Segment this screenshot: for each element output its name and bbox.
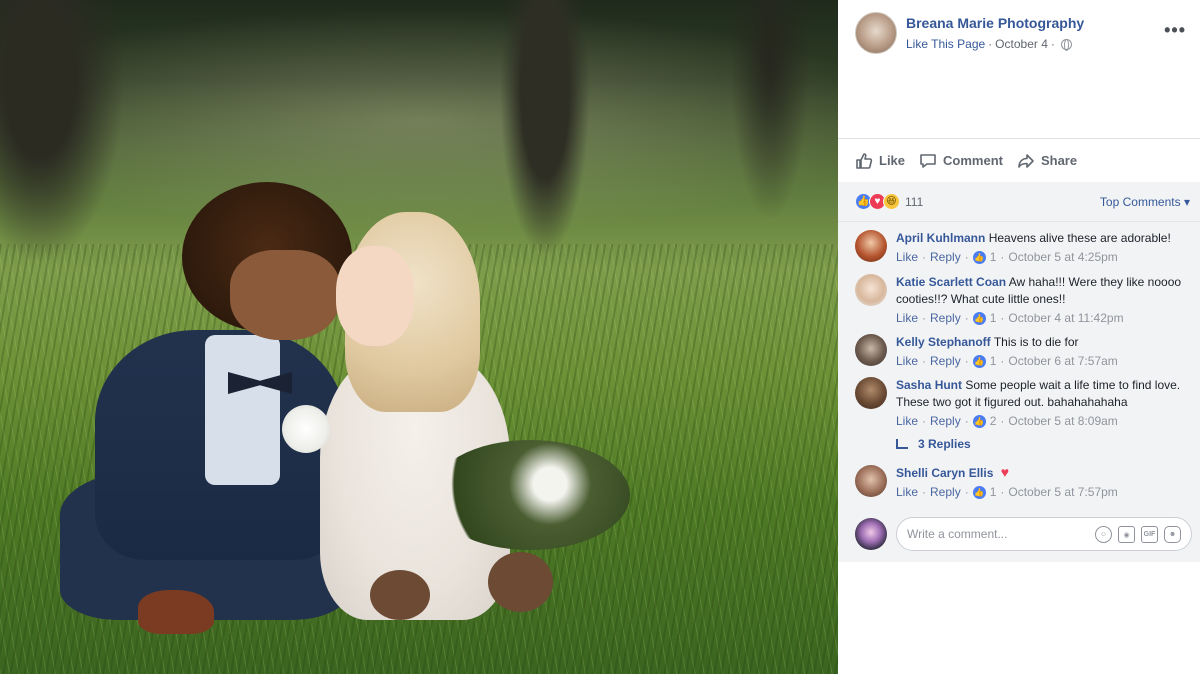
camera-icon[interactable]: ◉ [1118,526,1135,543]
comment-meta: Like · Reply · 👍 2 · October 5 at 8:09am [896,413,1118,430]
comment-like-link[interactable]: Like [896,249,918,266]
commenter-avatar[interactable] [855,377,887,409]
post-side-panel: Breana Marie Photography Like This Page … [838,0,1200,674]
heart-emoji-icon: ♥ [1000,464,1010,480]
facebook-photo-viewer: Breana Marie Photography Like This Page … [0,0,1200,674]
meta-separator: · [988,37,993,51]
comment-like-count[interactable]: 1 [990,249,997,266]
comment-reply-link[interactable]: Reply [930,310,961,327]
post-date[interactable]: October 4 [995,37,1048,51]
photo-boutonniere [282,405,330,453]
comment-reply-link[interactable]: Reply [930,413,961,430]
commenter-avatar[interactable] [855,334,887,366]
post-photo[interactable] [0,0,838,674]
comment-bubble-icon [920,153,936,168]
comment-body: Sasha Hunt Some people wait a life time … [896,377,1191,430]
photo-boy-shoe [138,590,214,634]
gif-icon[interactable]: GIF [1141,526,1158,543]
photo-girl-face [336,246,414,346]
photo-bouquet [430,440,630,550]
share-label: Share [1040,153,1078,168]
comment-body: Kelly Stephanoff This is to die for Like… [896,334,1191,370]
mini-like-icon: 👍 [972,355,986,368]
comment-button[interactable]: Comment [918,151,1003,171]
post-meta: Like This Page · October 4 · [906,37,1072,51]
comment-timestamp[interactable]: October 5 at 8:09am [1008,413,1117,430]
top-comments-dropdown[interactable]: Top Comments ▾ [1100,195,1190,209]
comment-like-count[interactable]: 1 [990,310,997,327]
comment-author[interactable]: Shelli Caryn Ellis [896,466,993,480]
comment-like-link[interactable]: Like [896,310,918,327]
globe-icon [1060,38,1072,51]
comment-meta: Like · Reply · 👍 1 · October 5 at 7:57pm [896,484,1118,501]
current-user-avatar[interactable] [855,518,887,550]
comment-body: Katie Scarlett Coan Aw haha!!! Were they… [896,274,1191,327]
comment-like-link[interactable]: Like [896,353,918,370]
comment-reply-link[interactable]: Reply [930,484,961,501]
meta-separator-2: · [1050,37,1055,51]
comment-author[interactable]: Katie Scarlett Coan [896,275,1006,289]
commenter-avatar[interactable] [855,230,887,262]
comment-timestamp[interactable]: October 5 at 4:25pm [1008,249,1117,266]
comment-like-link[interactable]: Like [896,413,918,430]
comment-meta: Like · Reply · 👍 1 · October 5 at 4:25pm [896,249,1118,266]
page-name-link[interactable]: Breana Marie Photography [906,15,1084,31]
comment-author[interactable]: Sasha Hunt [896,378,962,392]
comment-like-count[interactable]: 1 [990,353,997,370]
replies-label: 3 Replies [918,437,971,451]
comment-input[interactable] [907,527,1077,541]
comment-body: Shelli Caryn Ellis ♥ Like · Reply · 👍 1 · O… [896,465,1191,501]
comment-like-link[interactable]: Like [896,484,918,501]
reaction-count: 111 [905,194,924,209]
like-page-link[interactable]: Like This Page [906,37,985,51]
comment-timestamp[interactable]: October 4 at 11:42pm [1008,310,1123,327]
photo-girl-shoe-left [370,570,430,620]
view-replies-link[interactable]: 3 Replies [896,437,971,451]
comment-like-count[interactable]: 1 [990,484,997,501]
haha-reaction-icon: 😆 [883,193,900,210]
top-comments-label: Top Comments [1099,195,1181,209]
mini-like-icon: 👍 [972,486,986,499]
mini-like-icon: 👍 [972,251,986,264]
like-button[interactable]: Like [854,151,905,171]
comment-body: April Kuhlmann Heavens alive these are a… [896,230,1191,266]
photo-girl-shoe-right [488,552,553,612]
more-options-icon[interactable]: ••• [1164,20,1186,41]
comment-composer: ☺ ◉ GIF ☻ [838,512,1200,562]
thumbs-up-icon [856,152,873,169]
commenter-avatar[interactable] [855,274,887,306]
comment-timestamp[interactable]: October 5 at 7:57pm [1008,484,1117,501]
mini-like-icon: 👍 [972,415,986,428]
commenter-avatar[interactable] [855,465,887,497]
comment-reply-link[interactable]: Reply [930,249,961,266]
emoji-icon[interactable]: ☺ [1095,526,1112,543]
comments-section: 👍 ♥ 😆 111 Top Comments ▾ April Kuhlmann … [838,182,1200,562]
comment-meta: Like · Reply · 👍 1 · October 4 at 11:42pm [896,310,1124,327]
like-label: Like [879,153,906,168]
sticker-icon[interactable]: ☻ [1164,526,1181,543]
comment-meta: Like · Reply · 👍 1 · October 6 at 7:57am [896,353,1118,370]
comment-author[interactable]: April Kuhlmann [896,231,985,245]
comment-author[interactable]: Kelly Stephanoff [896,335,991,349]
post-header: Breana Marie Photography Like This Page … [838,0,1200,138]
comment-like-count[interactable]: 2 [990,413,997,430]
post-actions-bar: Like Comment Share [838,138,1200,182]
comment-text: Heavens alive these are adorable! [988,231,1171,245]
comment-timestamp[interactable]: October 6 at 7:57am [1008,353,1117,370]
comment-reply-link[interactable]: Reply [930,353,961,370]
reply-arrow-icon [896,439,908,449]
composer-icons: ☺ ◉ GIF ☻ [1095,526,1181,543]
mini-like-icon: 👍 [972,312,986,325]
comment-text: This is to die for [993,335,1079,349]
page-avatar[interactable] [855,12,897,54]
comment-input-box[interactable]: ☺ ◉ GIF ☻ [896,517,1192,551]
share-arrow-icon [1018,153,1034,168]
reactions-summary[interactable]: 👍 ♥ 😆 111 Top Comments ▾ [838,182,1200,222]
photo-boy-shirt [205,335,280,485]
comment-label: Comment [943,153,1003,168]
photo-boy-face [230,250,340,340]
caret-down-icon: ▾ [1183,195,1190,209]
share-button[interactable]: Share [1016,151,1077,171]
